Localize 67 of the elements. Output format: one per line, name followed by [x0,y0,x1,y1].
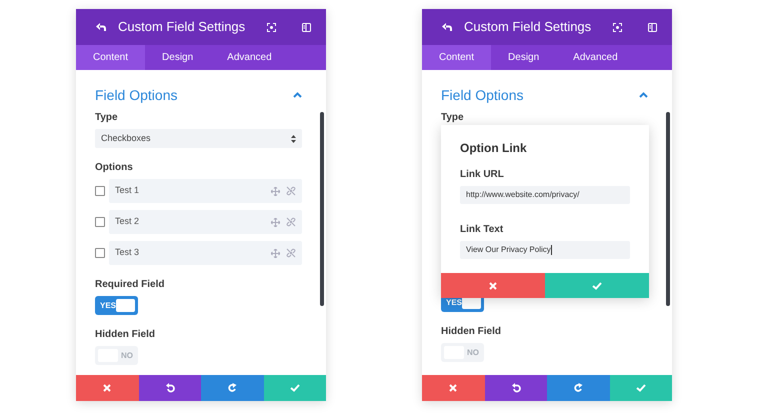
back-icon[interactable] [441,22,453,32]
tab[interactable]: Content [76,45,146,70]
check-icon [290,384,300,392]
scrollbar[interactable] [320,112,324,306]
chevron-up-icon[interactable] [293,92,302,98]
sort-icon [291,134,296,142]
checkbox[interactable] [95,186,105,196]
link-icon[interactable] [286,217,296,227]
chevron-up-icon[interactable] [639,92,648,98]
panel-title: Custom Field Settings [464,18,592,36]
close-icon [449,384,458,392]
focus-icon[interactable] [613,22,622,32]
checkbox[interactable] [95,217,105,227]
scrollbar[interactable] [666,112,670,306]
undo-icon [164,383,175,393]
cancel-button[interactable] [76,375,138,401]
redo-icon [573,383,584,393]
tab[interactable]: Design [491,45,556,70]
option-row[interactable]: Test 1 [109,179,302,203]
sidebar-icon[interactable] [302,22,311,32]
tab[interactable]: Advanced [210,45,289,70]
tab[interactable]: Content [422,45,492,70]
select-field[interactable]: Checkboxes [95,129,302,148]
section-title[interactable]: Field Options [441,84,524,106]
panel-title: Custom Field Settings [118,18,246,36]
link-icon[interactable] [286,248,296,258]
move-icon[interactable] [271,248,280,258]
redo-button[interactable] [547,375,610,401]
undo-icon [510,383,521,393]
toggle-label: NO [467,346,480,358]
toggle-label: NO [121,350,134,362]
cancel-button[interactable] [422,375,484,401]
link-icon[interactable] [286,186,296,196]
toggle-knob [116,299,135,312]
move-icon[interactable] [271,186,280,196]
option-row[interactable]: Test 2 [109,210,302,234]
undo-button[interactable] [484,375,547,401]
option-row[interactable]: Test 3 [109,241,302,265]
toggle-label: YES [445,296,462,308]
close-icon [489,282,497,290]
dialog-title: Option Link [460,140,527,157]
redo-icon [227,383,238,393]
undo-button[interactable] [138,375,201,401]
field-label: Type [441,112,464,124]
redo-button[interactable] [201,375,264,401]
close-icon [103,384,112,392]
field-label: Options [95,162,133,174]
input-field[interactable]: http://www.website.com/privacy/ [460,186,630,204]
checkbox[interactable] [95,248,105,258]
input-field[interactable]: View Our Privacy Policy [460,241,630,259]
field-label: Link URL [460,169,504,181]
sidebar-icon[interactable] [648,22,657,32]
tab[interactable]: Advanced [556,45,635,70]
move-icon[interactable] [271,218,280,226]
field-label: Hidden Field [95,329,155,341]
check-icon [636,384,646,392]
tab[interactable]: Design [145,45,210,70]
toggle-switch[interactable]: YES [95,296,138,315]
back-icon[interactable] [95,22,107,32]
field-label: Required Field [95,279,164,291]
field-label: Type [95,112,118,124]
section-title[interactable]: Field Options [95,84,178,106]
focus-icon[interactable] [267,22,276,32]
check-icon [592,282,602,290]
toggle-label: YES [99,300,116,312]
field-label: Link Text [460,224,504,236]
field-label: Hidden Field [441,326,501,338]
